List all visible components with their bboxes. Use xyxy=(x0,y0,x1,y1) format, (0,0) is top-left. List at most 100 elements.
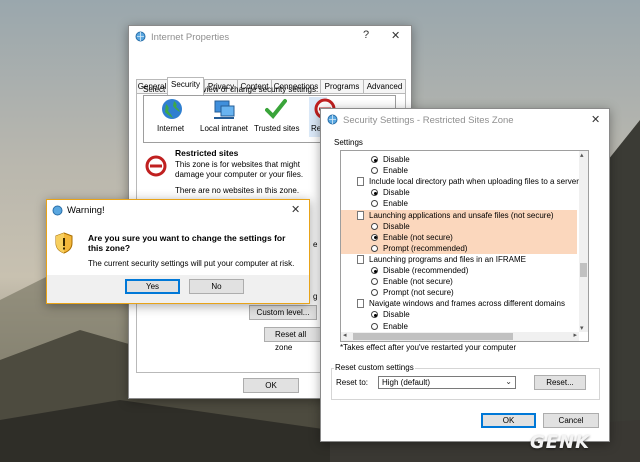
setting-label: Disable xyxy=(383,155,410,164)
warning-title-icon xyxy=(52,205,63,216)
setting-heading: Navigate windows and frames across diffe… xyxy=(341,298,577,309)
no-button[interactable]: No xyxy=(189,279,244,294)
setting-label: Enable xyxy=(383,321,408,331)
setting-label: Include local directory path when upload… xyxy=(369,177,579,187)
setting-label: Disable xyxy=(383,310,410,320)
setting-label: Navigate windows and frames across diffe… xyxy=(369,299,565,309)
ok-button[interactable]: OK xyxy=(481,413,536,428)
vertical-scrollbar[interactable]: ▴ ▾ xyxy=(579,151,588,332)
radio-button[interactable] xyxy=(371,311,378,319)
title-bar[interactable]: Security Settings - Restricted Sites Zon… xyxy=(321,109,609,131)
zone-description: damage your computer or your files. xyxy=(175,170,304,179)
warning-dialog: Warning! ✕ Are you sure you want to chan… xyxy=(46,199,310,304)
radio-button[interactable] xyxy=(371,278,378,286)
reset-group-label: Reset custom settings xyxy=(334,363,415,372)
setting-heading: Include local directory path when upload… xyxy=(341,176,579,187)
setting-label: Launching programs and files in an IFRAM… xyxy=(369,254,526,264)
setting-label: Disable (recommended) xyxy=(383,266,469,275)
setting-label: Launching applications and unsafe files … xyxy=(369,210,554,220)
reset-button[interactable]: Reset... xyxy=(534,375,586,390)
setting-option[interactable]: Enable (not secure) xyxy=(341,276,577,287)
setting-page-icon xyxy=(357,210,364,220)
setting-label: Disable xyxy=(383,221,410,231)
zone-trusted-sites[interactable]: Trusted sites xyxy=(253,97,300,137)
setting-page-icon xyxy=(357,299,364,309)
dialog-title: Warning! xyxy=(67,205,105,216)
scroll-thumb[interactable] xyxy=(580,263,587,277)
title-bar[interactable]: Warning! ✕ xyxy=(47,200,309,220)
setting-option[interactable]: Prompt (not secure) xyxy=(341,287,577,298)
scroll-thumb[interactable] xyxy=(353,333,513,340)
custom-level-button[interactable]: Custom level... xyxy=(249,305,317,320)
tab-advanced[interactable]: Advanced xyxy=(363,79,406,94)
chevron-down-icon: ⌄ xyxy=(505,377,512,386)
scroll-up-icon[interactable]: ▴ xyxy=(580,151,584,159)
zone-local-intranet[interactable]: Local intranet xyxy=(198,97,250,137)
setting-option[interactable]: Disable xyxy=(341,220,577,232)
reset-to-dropdown[interactable]: High (default) ⌄ xyxy=(378,376,516,389)
settings-list: Disable Enable Include local directory pat… xyxy=(340,150,589,342)
setting-page-icon xyxy=(357,254,364,264)
setting-option[interactable]: Enable (not secure) xyxy=(341,231,577,243)
setting-option[interactable]: Disable xyxy=(341,154,577,165)
warning-question: Are you sure you want to change the sett… xyxy=(88,233,286,243)
radio-button[interactable] xyxy=(371,156,378,163)
warning-detail: The current security settings will put y… xyxy=(88,259,295,268)
radio-button[interactable] xyxy=(371,167,378,175)
zone-label: Internet xyxy=(157,124,185,133)
tab-programs[interactable]: Programs xyxy=(320,79,364,94)
checkmark-icon xyxy=(265,99,287,119)
setting-option[interactable]: Enable xyxy=(341,198,577,209)
zone-heading: Restricted sites xyxy=(175,148,239,158)
radio-button[interactable] xyxy=(371,222,378,230)
zone-description: There are no websites in this zone. xyxy=(175,186,300,195)
reset-to-label: Reset to: xyxy=(336,378,369,387)
watermark-text: GENK xyxy=(530,432,591,453)
setting-label: Enable (not secure) xyxy=(383,277,453,287)
globe-icon xyxy=(162,99,182,119)
partial-text: g xyxy=(313,292,318,301)
radio-button[interactable] xyxy=(371,233,378,241)
setting-heading: Launching programs and files in an IFRAM… xyxy=(341,254,577,265)
setting-label: Enable xyxy=(383,166,408,176)
cancel-button[interactable]: Cancel xyxy=(543,413,599,428)
scroll-right-icon[interactable]: ▸ xyxy=(573,331,577,339)
radio-button[interactable] xyxy=(371,189,378,197)
intranet-icon xyxy=(214,100,235,119)
setting-heading: Launching applications and unsafe files … xyxy=(341,209,577,221)
reset-all-zones-button[interactable]: Reset all zone xyxy=(264,327,324,352)
setting-option[interactable]: Disable xyxy=(341,187,577,198)
settings-label: Settings xyxy=(334,138,363,147)
setting-option[interactable]: Disable xyxy=(341,309,577,320)
close-button[interactable]: ✕ xyxy=(591,113,600,126)
setting-label: Prompt (not secure) xyxy=(383,288,454,298)
radio-button[interactable] xyxy=(371,289,378,297)
help-button[interactable]: ? xyxy=(363,29,369,41)
horizontal-scrollbar[interactable]: ◂ ▸ xyxy=(341,332,579,341)
radio-button[interactable] xyxy=(371,244,378,252)
setting-option[interactable]: Enable xyxy=(341,165,577,176)
setting-page-icon xyxy=(357,177,364,187)
setting-option[interactable]: Enable xyxy=(341,321,577,332)
ok-button[interactable]: OK xyxy=(243,378,299,393)
warning-question: this zone? xyxy=(88,243,131,253)
setting-option[interactable]: Disable (recommended) xyxy=(341,265,577,276)
close-button[interactable]: ✕ xyxy=(391,29,400,42)
zone-internet[interactable]: Internet xyxy=(155,97,189,137)
radio-button[interactable] xyxy=(371,200,378,208)
window-title: Security Settings - Restricted Sites Zon… xyxy=(343,115,514,126)
setting-option[interactable]: Prompt (recommended) xyxy=(341,242,577,254)
scroll-down-icon[interactable]: ▾ xyxy=(580,324,584,332)
partial-text: e xyxy=(313,240,318,249)
radio-button[interactable] xyxy=(371,267,378,274)
security-settings-icon xyxy=(327,114,338,125)
title-bar[interactable]: Internet Properties ? ✕ xyxy=(129,26,411,48)
scroll-left-icon[interactable]: ◂ xyxy=(343,331,347,339)
yes-button[interactable]: Yes xyxy=(125,279,180,294)
tab-security[interactable]: Security xyxy=(167,77,204,95)
reset-to-value: High (default) xyxy=(382,378,431,387)
close-button[interactable]: ✕ xyxy=(291,203,300,216)
radio-button[interactable] xyxy=(371,322,378,330)
window-title: Internet Properties xyxy=(151,32,230,43)
setting-label: Prompt (recommended) xyxy=(383,243,468,253)
